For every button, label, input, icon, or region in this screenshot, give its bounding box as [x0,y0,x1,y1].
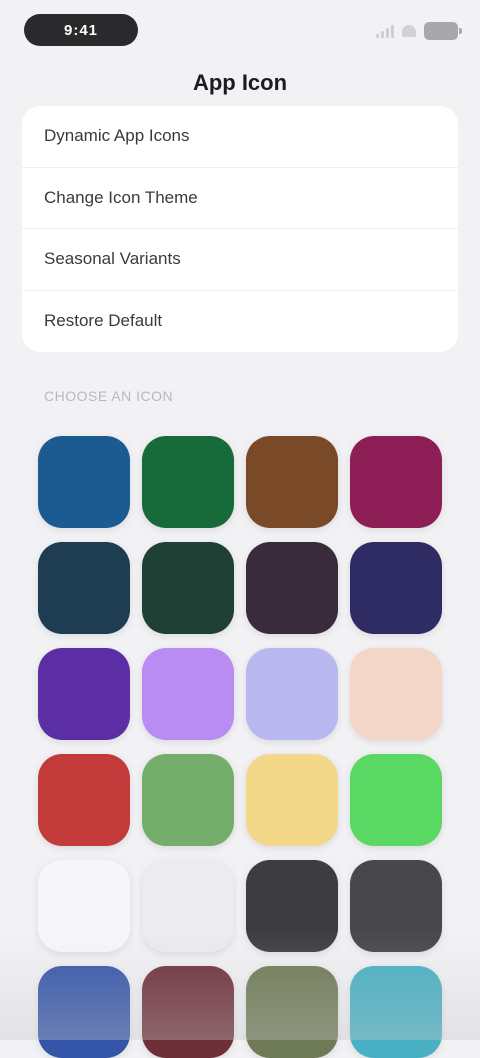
icon-light-gray-tile[interactable] [142,860,234,952]
settings-row-label: Change Icon Theme [44,187,198,207]
signal-icon [376,24,394,38]
icon-olive-tile[interactable] [246,966,338,1058]
settings-card: Dynamic App Icons Change Icon Theme Seas… [22,106,458,352]
icon-brown-tile[interactable] [246,436,338,528]
icon-green-tile[interactable] [142,436,234,528]
icon-peach-tile[interactable] [350,648,442,740]
icon-dark-green-tile[interactable] [142,542,234,634]
settings-row-restore[interactable]: Restore Default [22,291,458,353]
icon-iridescent-tile[interactable] [246,648,338,740]
settings-row-icon-theme[interactable]: Change Icon Theme [22,168,458,229]
icon-lavender-tile[interactable] [142,648,234,740]
icon-magenta-tile[interactable] [350,436,442,528]
icon-maroon-tile[interactable] [142,966,234,1058]
wifi-icon [402,25,416,37]
icon-white-tile[interactable] [38,860,130,952]
icon-lime-tile[interactable] [350,754,442,846]
status-icons [376,20,462,42]
icon-royal-blue-tile[interactable] [38,966,130,1058]
icon-dark-gray-tile[interactable] [350,860,442,952]
icon-blue-tile[interactable] [38,436,130,528]
section-label: Choose an icon [44,388,174,404]
icon-red-tile[interactable] [38,754,130,846]
icon-teal-tile[interactable] [350,966,442,1058]
settings-row-label: Restore Default [44,311,163,331]
settings-row-dynamic-icons[interactable]: Dynamic App Icons [22,106,458,168]
icon-charcoal-tile[interactable] [246,860,338,952]
icon-dark-teal-tile[interactable] [38,542,130,634]
icon-dark-plum-tile[interactable] [246,542,338,634]
icon-sage-tile[interactable] [142,754,234,846]
icon-purple-tile[interactable] [38,648,130,740]
icon-grid [38,436,442,1058]
battery-icon [424,22,462,40]
icon-navy-purple-tile[interactable] [350,542,442,634]
icon-yellow-tile[interactable] [246,754,338,846]
status-time: 9:41 [24,14,138,46]
settings-row-label: Dynamic App Icons [44,126,190,146]
page-title: App Icon [192,70,288,95]
settings-row-label: Seasonal Variants [44,249,181,269]
status-bar: 9:41 [0,0,480,64]
settings-row-seasonal[interactable]: Seasonal Variants [22,229,458,291]
